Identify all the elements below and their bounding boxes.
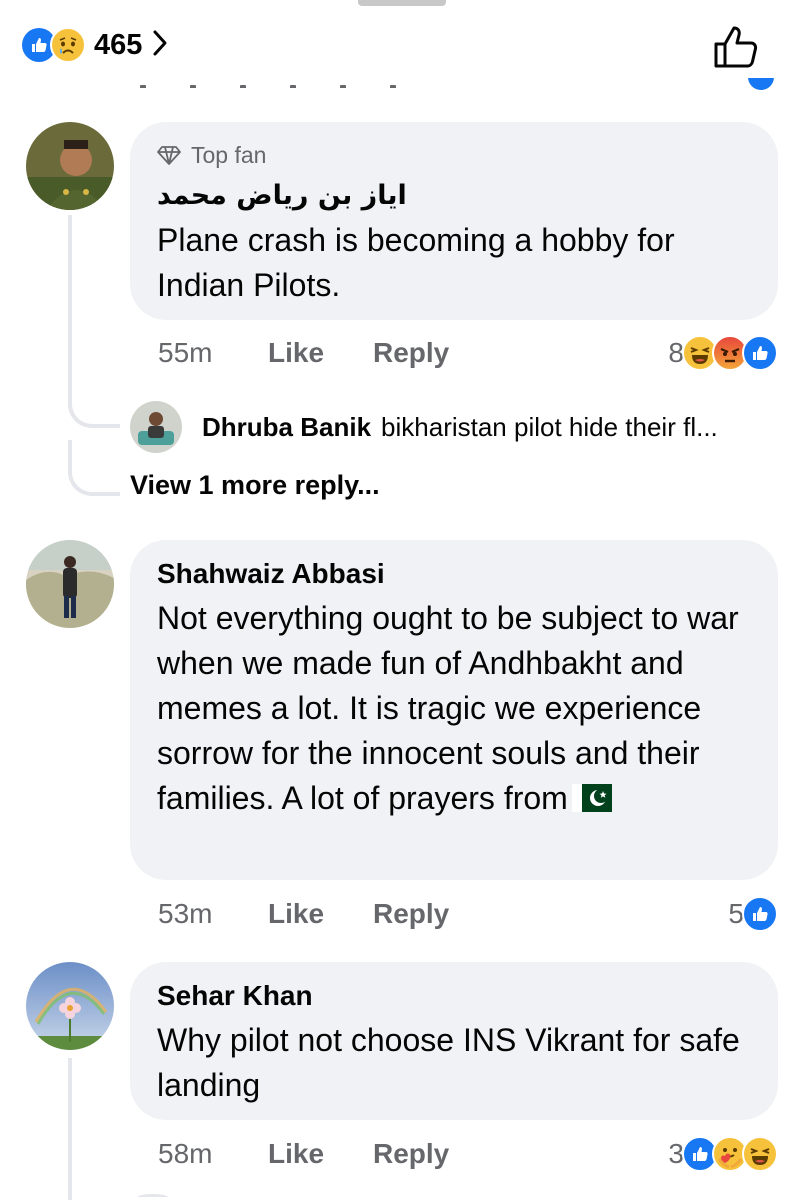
comment-text: Plane crash is becoming a hobby for Indi… [157, 222, 675, 303]
thumbs-up-outline-icon[interactable] [712, 22, 762, 70]
reply-preview[interactable]: Dhruba Banik bikharistan pilot hide thei… [130, 400, 718, 454]
comment-bubble: Shahwaiz Abbasi Not everything ought to … [130, 540, 778, 880]
comment-time: 53m [158, 898, 213, 929]
cut-off-reaction-icon [748, 78, 774, 90]
badge-label: Top fan [191, 141, 267, 168]
reaction-total: 465 [94, 28, 143, 61]
comment-time: 55m [158, 337, 213, 368]
cut-off-text [140, 78, 460, 88]
sad-icon [50, 27, 86, 63]
comment-text-content: Not everything ought to be subject to wa… [157, 600, 739, 816]
reactions-header: 465 [0, 0, 804, 90]
avatar[interactable] [26, 540, 114, 628]
avatar[interactable] [26, 962, 114, 1050]
reply-button[interactable]: Reply [373, 337, 449, 369]
reaction-summary[interactable]: 465 [22, 26, 168, 64]
next-avatar-edge [138, 1194, 168, 1200]
diamond-icon [157, 146, 181, 165]
reply-button[interactable]: Reply [373, 898, 449, 930]
comment-time: 58m [158, 1138, 213, 1169]
view-more-replies-link[interactable]: View 1 more reply... [130, 470, 380, 501]
like-button[interactable]: Like [268, 898, 373, 930]
comment-reactions[interactable]: 5 [728, 892, 778, 936]
top-fan-badge: Top fan [157, 140, 750, 170]
comment-text: Why pilot not choose INS Vikrant for saf… [157, 1022, 740, 1103]
comment-reactions[interactable]: 3 [668, 1132, 778, 1176]
comment-actions: 58m Like Reply [158, 1132, 449, 1176]
chevron-right-icon [152, 29, 168, 62]
comment-bubble: Top fan اياز بن رياض محمد Plane crash is… [130, 122, 778, 320]
comment-actions: 53m Like Reply [158, 892, 449, 936]
like-icon [742, 896, 778, 932]
thread-connector [68, 440, 120, 496]
avatar[interactable] [130, 401, 182, 453]
thread-line [68, 1058, 72, 1200]
thread-line [68, 215, 72, 405]
reply-author[interactable]: Dhruba Banik [202, 412, 371, 443]
avatar[interactable] [26, 122, 114, 210]
comment-author[interactable]: Shahwaiz Abbasi [157, 554, 750, 594]
reply-button[interactable]: Reply [373, 1138, 449, 1170]
thread-connector [68, 380, 120, 428]
like-button[interactable]: Like [268, 337, 373, 369]
like-icon [742, 335, 778, 371]
comment-author[interactable]: اياز بن رياض محمد [157, 176, 750, 216]
comment-bubble: Sehar Khan Why pilot not choose INS Vikr… [130, 962, 778, 1120]
like-button[interactable]: Like [268, 1138, 373, 1170]
haha-icon [742, 1136, 778, 1172]
comment-author[interactable]: Sehar Khan [157, 976, 750, 1016]
comment-reactions[interactable]: 8 [668, 331, 778, 375]
comment-actions: 55m Like Reply [158, 331, 449, 375]
comment-text: Not everything ought to be subject to wa… [157, 596, 750, 821]
reply-snippet: bikharistan pilot hide their fl... [381, 411, 718, 442]
pakistan-flag-icon [571, 779, 612, 812]
